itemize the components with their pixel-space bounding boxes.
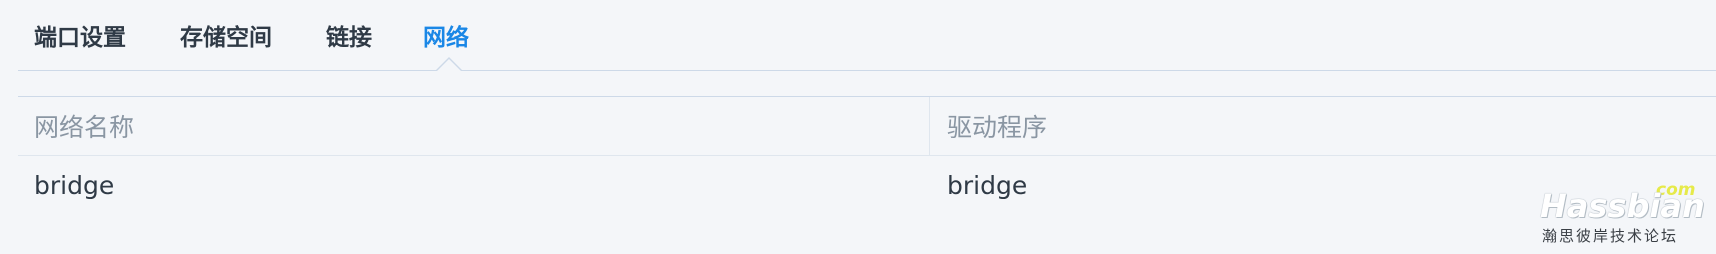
active-tab-indicator-fill xyxy=(437,59,461,71)
network-table: 网络名称 驱动程序 bridge bridge xyxy=(18,96,1716,214)
tab-bar: 端口设置 存储空间 链接 网络 xyxy=(18,0,1716,71)
watermark-brand: Hassbian xyxy=(1540,187,1705,225)
table-row[interactable]: bridge bridge xyxy=(18,156,1716,214)
column-header-driver[interactable]: 驱动程序 xyxy=(947,97,1047,155)
watermark-logo: com Hassbian 瀚思彼岸技术论坛 xyxy=(1538,180,1705,250)
tab-network[interactable]: 网络 xyxy=(423,18,469,52)
tab-links[interactable]: 链接 xyxy=(326,18,372,52)
watermark-subtitle: 瀚思彼岸技术论坛 xyxy=(1542,227,1679,245)
column-header-network-name[interactable]: 网络名称 xyxy=(34,97,134,155)
tab-port-settings[interactable]: 端口设置 xyxy=(34,18,126,52)
cell-network-name: bridge xyxy=(34,170,115,200)
tab-storage[interactable]: 存储空间 xyxy=(180,18,272,52)
column-divider[interactable] xyxy=(929,97,930,155)
cell-driver: bridge xyxy=(947,170,1028,200)
table-header-row: 网络名称 驱动程序 xyxy=(18,97,1716,156)
